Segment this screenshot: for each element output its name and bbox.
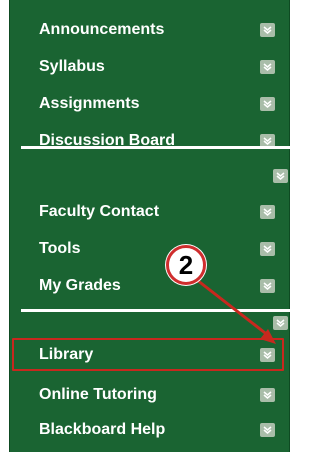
menu-item-label: Faculty Contact	[39, 203, 160, 220]
chevron-down-icon[interactable]	[260, 97, 275, 111]
menu-divider	[21, 146, 297, 149]
chevron-down-icon[interactable]	[260, 388, 275, 402]
menu-divider	[21, 309, 297, 312]
step-number: 2	[178, 250, 194, 280]
course-menu-panel: Announcements Syllabus Assignments Discu…	[9, 0, 297, 452]
menu-item-label: Assignments	[39, 95, 140, 112]
menu-item-announcements[interactable]: Announcements	[21, 13, 281, 47]
menu-item-blackboard-help[interactable]: Blackboard Help	[21, 413, 281, 447]
step-number-badge: 2	[166, 245, 206, 285]
menu-item-label: Blackboard Help	[39, 421, 166, 438]
menu-item-my-grades[interactable]: My Grades	[21, 269, 281, 303]
chevron-down-icon[interactable]	[260, 279, 275, 293]
chevron-down-icon[interactable]	[260, 205, 275, 219]
menu-item-tools[interactable]: Tools	[21, 232, 281, 266]
menu-item-label: Announcements	[39, 21, 165, 38]
menu-item-faculty-contact[interactable]: Faculty Contact	[21, 195, 281, 229]
menu-item-label: My Grades	[39, 277, 121, 294]
menu-item-syllabus[interactable]: Syllabus	[21, 50, 281, 84]
chevron-down-icon[interactable]	[260, 23, 275, 37]
menu-item-label: Library	[39, 346, 94, 363]
menu-item-library[interactable]: Library	[21, 338, 281, 372]
menu-item-label: Online Tutoring	[39, 386, 157, 403]
chevron-down-icon[interactable]	[260, 60, 275, 74]
chevron-down-icon[interactable]	[260, 423, 275, 437]
chevron-down-icon[interactable]	[273, 316, 288, 330]
menu-item-online-tutoring[interactable]: Online Tutoring	[21, 378, 281, 412]
menu-item-discussion-board[interactable]: Discussion Board	[21, 124, 281, 158]
chevron-down-icon[interactable]	[260, 348, 275, 362]
menu-item-assignments[interactable]: Assignments	[21, 87, 281, 121]
chevron-down-icon[interactable]	[260, 242, 275, 256]
menu-item-label: Tools	[39, 240, 81, 257]
menu-item-label: Syllabus	[39, 58, 105, 75]
chevron-down-icon[interactable]	[273, 169, 288, 183]
